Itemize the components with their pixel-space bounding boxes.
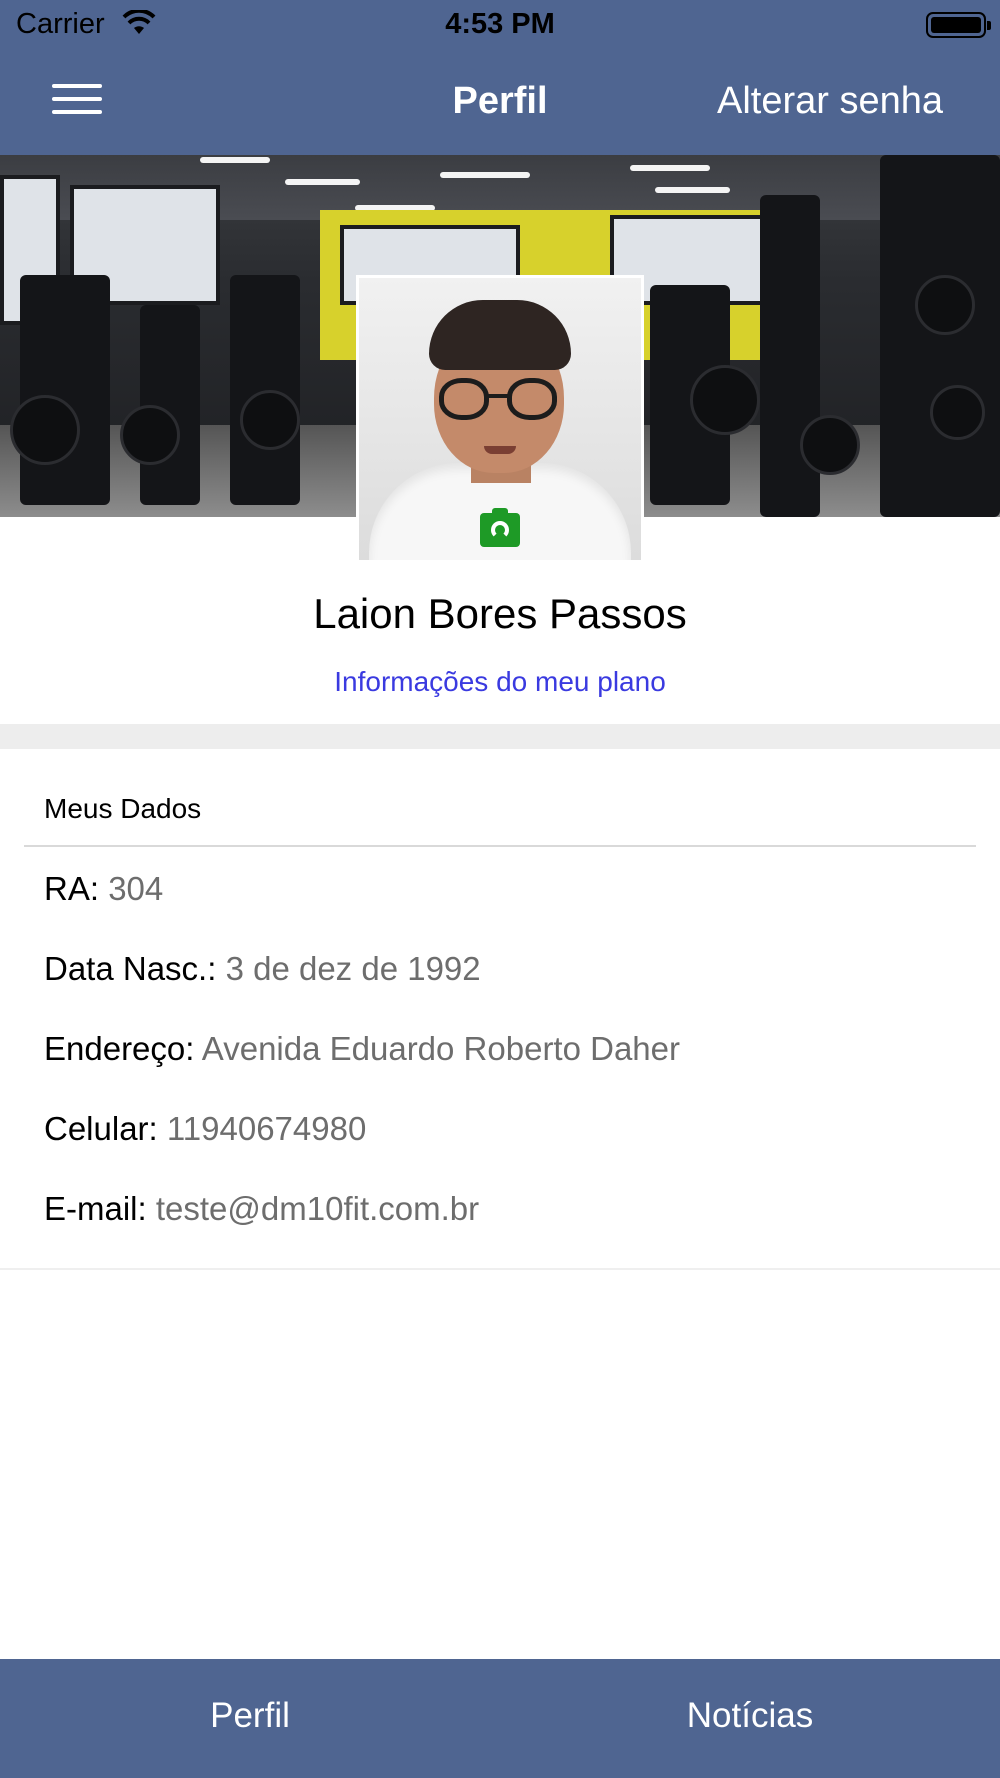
camera-icon[interactable] — [480, 508, 520, 547]
detail-value: Avenida Eduardo Roberto Daher — [201, 1030, 681, 1067]
detail-label: E-mail: — [44, 1190, 147, 1227]
detail-value: 304 — [108, 870, 164, 907]
section-title: Meus Dados — [44, 793, 202, 824]
detail-label: Endereço: — [44, 1030, 195, 1067]
detail-row-birthdate: Data Nasc.: 3 de dez de 1992 — [44, 950, 481, 988]
detail-row-email: E-mail: teste@dm10fit.com.br — [44, 1190, 479, 1228]
detail-value: 11940674980 — [166, 1110, 367, 1147]
detail-value: 3 de dez de 1992 — [225, 950, 481, 987]
detail-row-ra: RA: 304 — [44, 870, 163, 908]
navigation-bar: Carrier 4:53 PM Perfil Alterar senha — [0, 0, 1000, 155]
change-password-button[interactable]: Alterar senha — [717, 80, 943, 123]
divider — [0, 1268, 1000, 1270]
status-bar: Carrier 4:53 PM — [0, 0, 1000, 50]
divider — [24, 845, 976, 847]
detail-value: teste@dm10fit.com.br — [155, 1190, 480, 1227]
plan-info-link[interactable]: Informações do meu plano — [0, 666, 1000, 698]
detail-label: Data Nasc.: — [44, 950, 217, 987]
tab-perfil[interactable]: Perfil — [0, 1659, 500, 1778]
clock: 4:53 PM — [445, 8, 555, 40]
battery-icon — [926, 12, 991, 38]
section-divider — [0, 724, 1000, 749]
detail-row-address: Endereço: Avenida Eduardo Roberto Daher — [44, 1030, 680, 1068]
detail-label: Celular: — [44, 1110, 158, 1147]
detail-label: RA: — [44, 870, 100, 907]
tab-bar: Perfil Notícias — [0, 1659, 1000, 1778]
detail-row-phone: Celular: 11940674980 — [44, 1110, 366, 1148]
profile-name: Laion Bores Passos — [313, 590, 687, 637]
tab-noticias[interactable]: Notícias — [500, 1659, 1000, 1778]
